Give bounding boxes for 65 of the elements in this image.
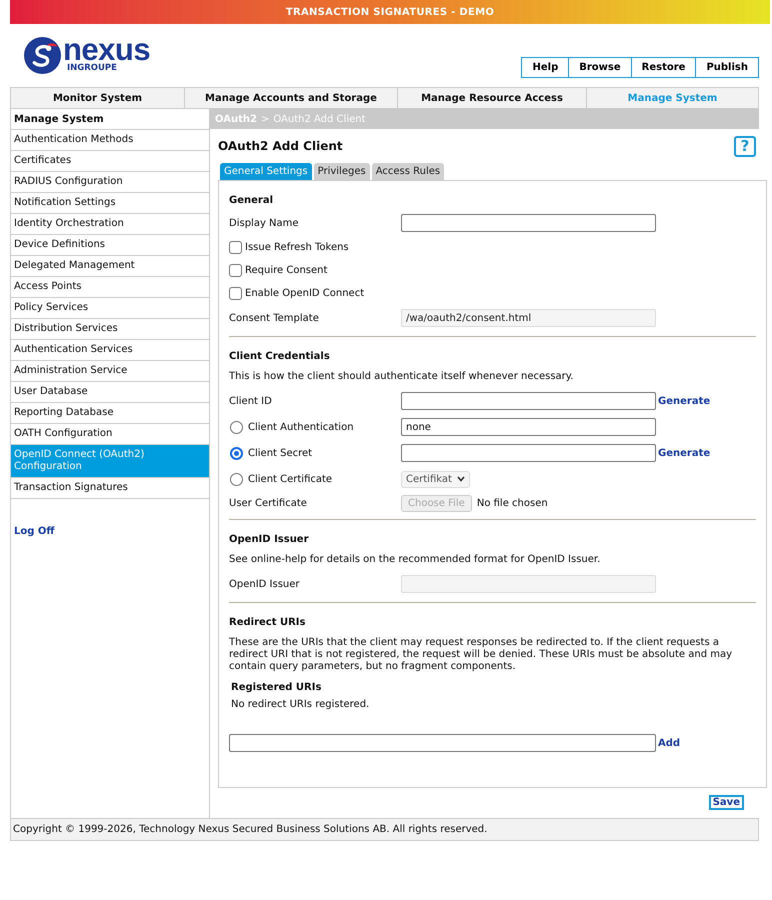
nav-tab[interactable]: Manage Resource Access (397, 88, 586, 108)
generate-link[interactable]: Generate (658, 394, 710, 408)
logo-wordmark: nexus (63, 37, 150, 63)
section-description: These are the URIs that the client may request responses be redirected to. If the client requests a redirect URI that is not registered, the request will be denied. These URIs must be absolute and may contain query parameters, but no fragment components. (229, 636, 734, 674)
field-label: Client ID (229, 394, 273, 408)
sidebar-item[interactable]: Policy Services (11, 298, 209, 319)
radio-label: Client Certificate (248, 472, 332, 486)
field-label: User Certificate (229, 496, 308, 510)
file-status: No file chosen (476, 496, 548, 510)
section-heading: Redirect URIs (229, 616, 306, 630)
sidebar-item[interactable]: User Database (11, 382, 209, 403)
radio-button[interactable] (230, 446, 243, 460)
checkbox-label: Require Consent (245, 264, 328, 278)
checkbox[interactable] (229, 264, 242, 277)
text-field[interactable] (229, 734, 656, 752)
sidebar-item[interactable]: Authentication Services (11, 340, 209, 361)
checkbox-label: Enable OpenID Connect (245, 287, 364, 301)
sidebar-item[interactable]: Administration Service (11, 361, 209, 382)
add-link[interactable]: Add (658, 736, 680, 750)
radio-label: Client Authentication (248, 420, 354, 434)
checkbox[interactable] (229, 241, 242, 254)
sidebar-item[interactable]: Notification Settings (11, 193, 209, 214)
radio-label: Client Secret (248, 446, 312, 460)
list-heading: Registered URIs (230, 681, 322, 694)
section-heading: General (229, 194, 274, 208)
sidebar-item[interactable]: Access Points (11, 277, 209, 298)
sidebar-item[interactable]: Distribution Services (11, 319, 209, 340)
generate-link[interactable]: Generate (658, 446, 710, 460)
sidebar-item[interactable]: Reporting Database (11, 403, 209, 424)
sidebar-item[interactable]: Transaction Signatures (11, 478, 209, 499)
field-label: Display Name (229, 216, 300, 230)
sidebar-item[interactable]: Authentication Methods (11, 130, 209, 151)
sidebar-item[interactable]: Identity Orchestration (11, 214, 209, 235)
sidebar-item[interactable]: Device Definitions (11, 235, 209, 256)
section-description: See online-help for details on the recommended format for OpenID Issuer. (229, 553, 602, 567)
empty-list-note: No redirect URIs registered. (230, 698, 370, 711)
tab[interactable]: Access Rules (372, 163, 444, 180)
save-button[interactable]: Save (708, 794, 744, 810)
nav-tab[interactable]: Monitor System (11, 88, 184, 108)
sidebar-heading: Manage System (11, 109, 209, 130)
section-description: This is how the client should authenticate itself whenever necessary. (229, 370, 574, 384)
radio-button[interactable] (230, 420, 243, 434)
field-label: OpenID Issuer (229, 578, 301, 592)
text-field[interactable] (401, 214, 656, 232)
checkbox-label: Issue Refresh Tokens (245, 241, 349, 255)
sidebar-item[interactable]: Delegated Management (11, 256, 209, 277)
nav-tab[interactable]: Manage Accounts and Storage (184, 88, 397, 108)
page-title: OAuth2 Add Client (218, 138, 343, 155)
log-off-link[interactable]: Log Off (14, 526, 54, 537)
text-field[interactable]: none (401, 418, 656, 436)
footer-copyright: Copyright © 1999-2026, Technology Nexus Secured Business Solutions AB. All rights reserved. (10, 818, 759, 841)
field-label: Consent Template (229, 312, 320, 326)
tab[interactable]: Privileges (314, 163, 370, 180)
sidebar-item[interactable]: RADIUS Configuration (11, 172, 209, 193)
logo-tagline: INGROUPE (67, 63, 118, 73)
chevron-down-icon (457, 476, 465, 482)
text-field[interactable] (401, 392, 656, 410)
breadcrumb-separator: > (260, 112, 270, 126)
checkbox[interactable] (229, 287, 242, 300)
section-heading: OpenID Issuer (229, 532, 310, 546)
sidebar-item[interactable]: Certificates (11, 151, 209, 172)
banner-title: TRANSACTION SIGNATURES - DEMO (286, 6, 494, 20)
text-field[interactable] (401, 444, 656, 462)
section-heading: Client Credentials (229, 350, 331, 364)
logo-emblem-icon (24, 37, 61, 74)
